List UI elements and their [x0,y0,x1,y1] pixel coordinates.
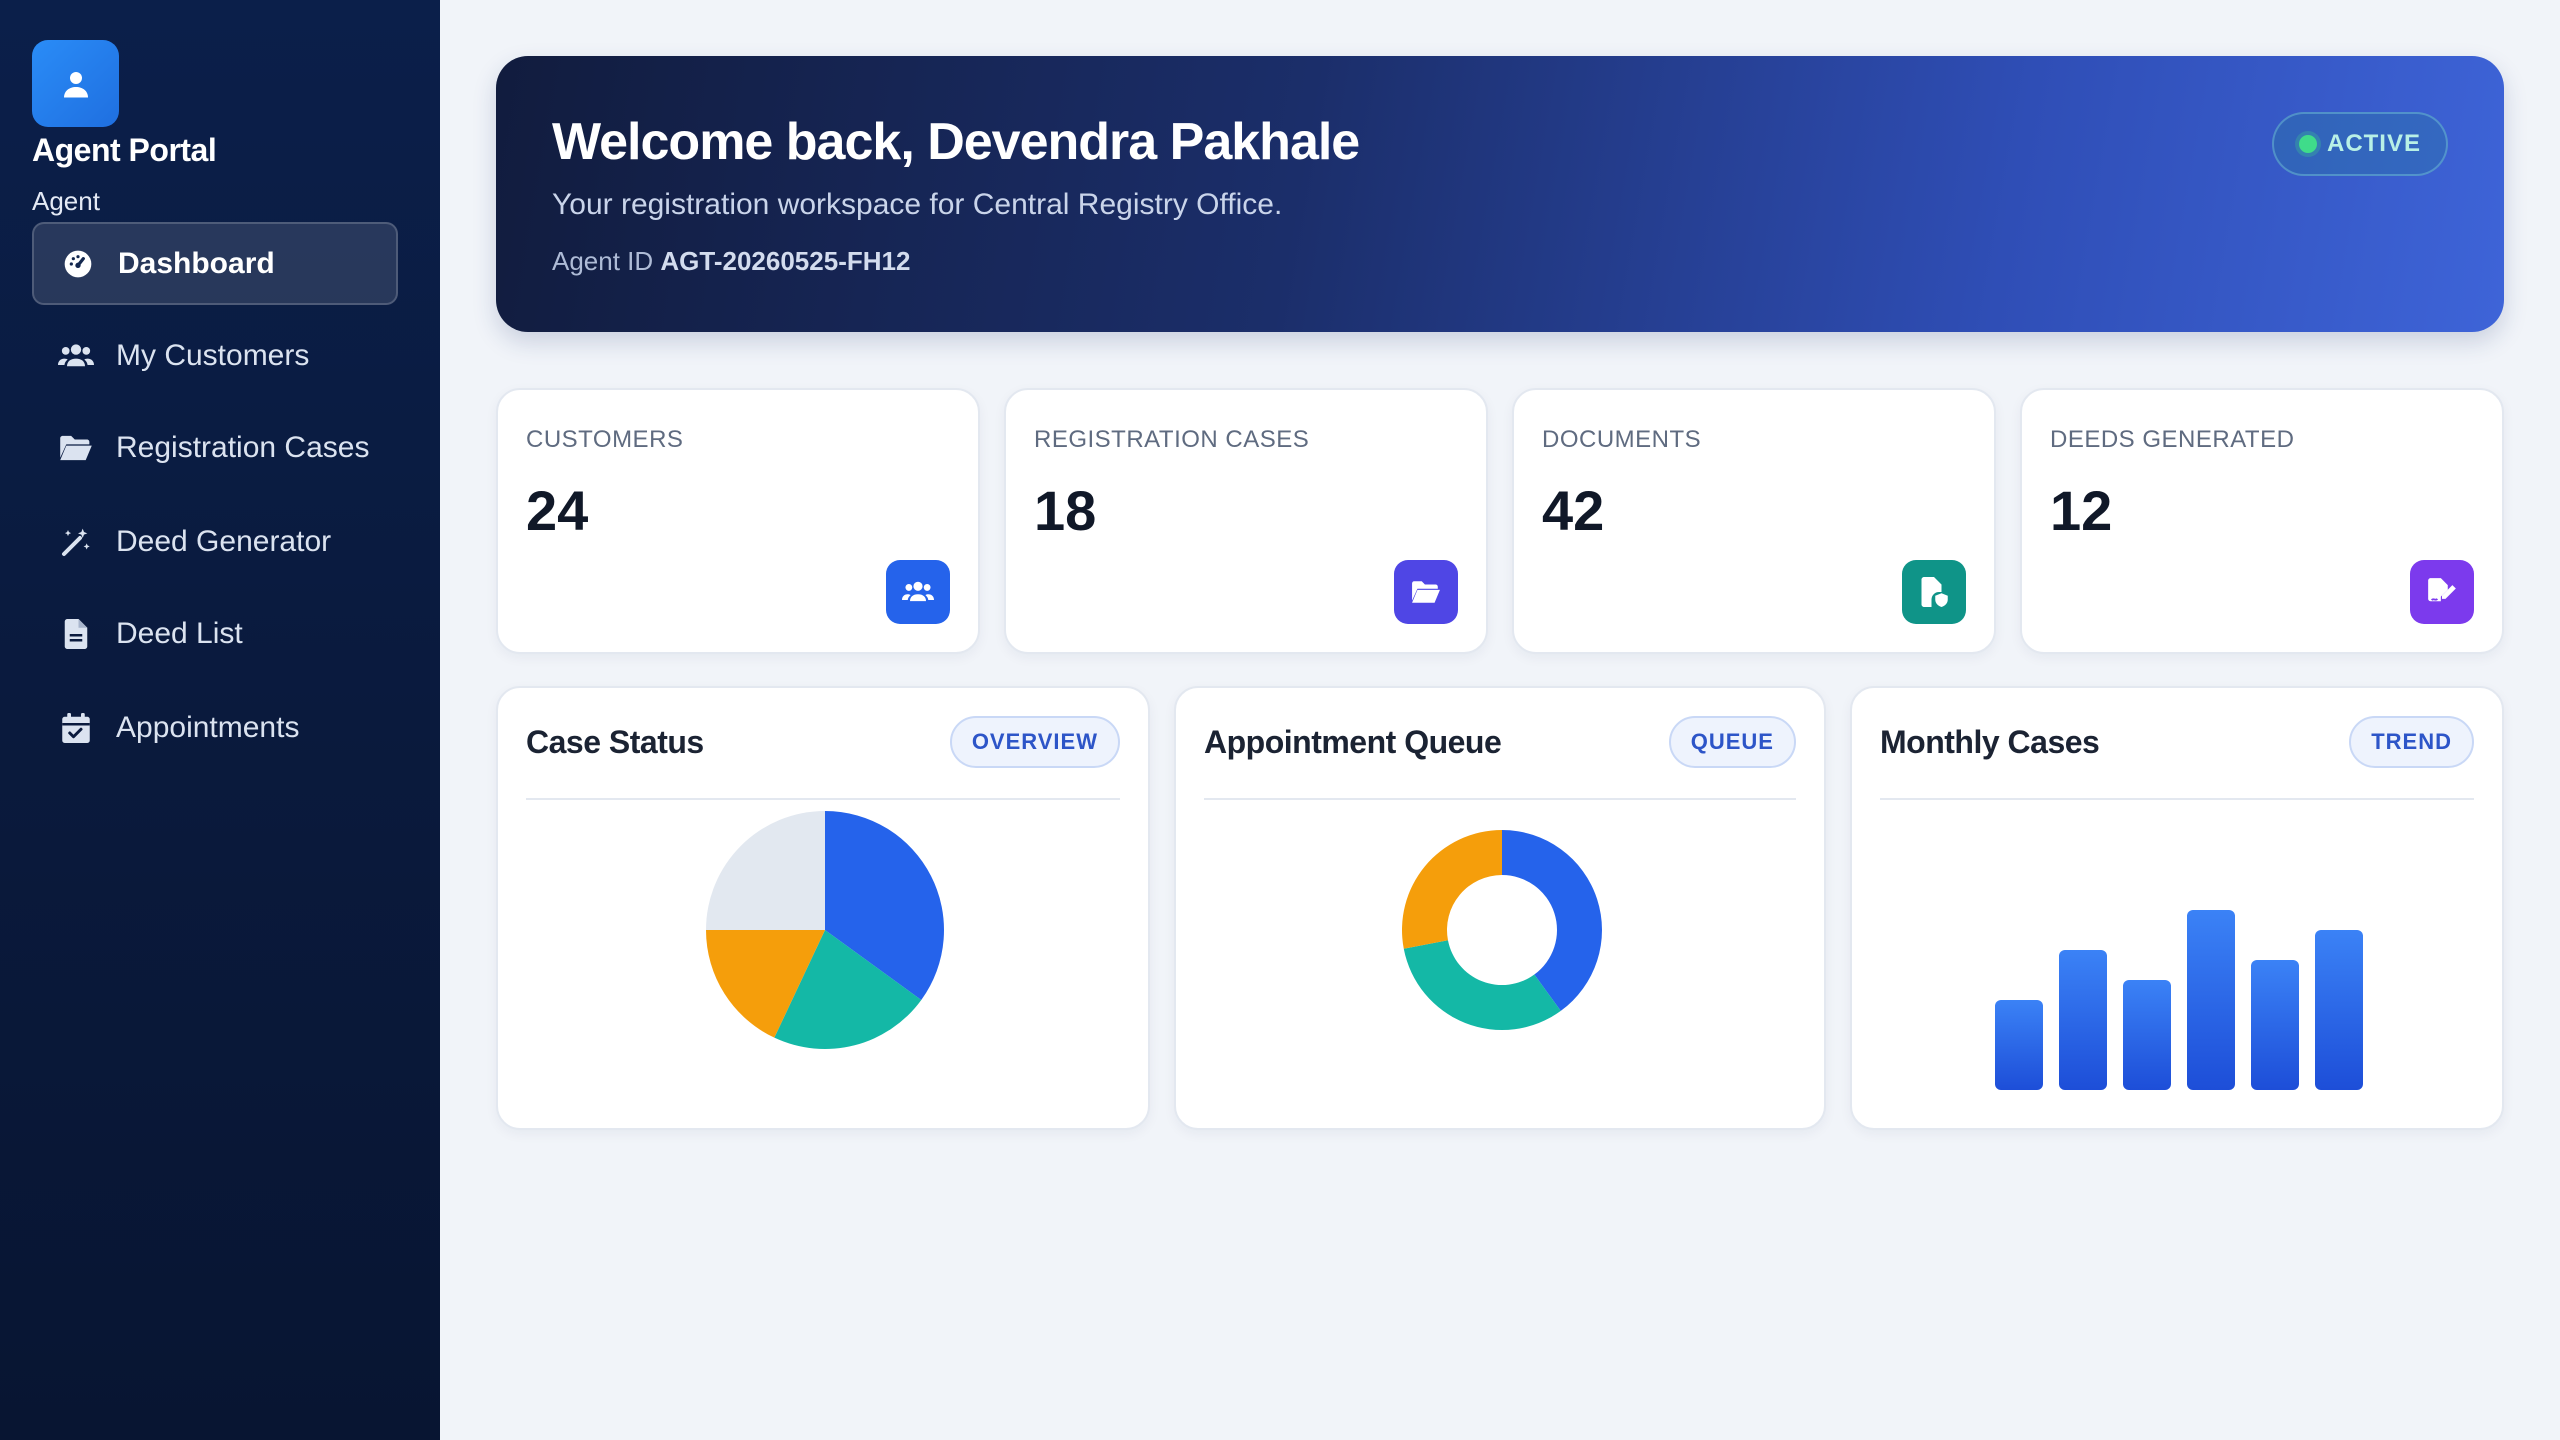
welcome-banner: Welcome back, Devendra Pakhale Your regi… [496,56,2504,332]
file-shield-icon [1902,560,1966,624]
appointment-queue-donut-chart [1402,830,1602,1030]
agent-id: Agent ID AGT-20260525-FH12 [552,246,910,277]
stat-label: DEEDS GENERATED [2050,426,2295,453]
card-badge: OVERVIEW [949,716,1120,768]
user-badge-icon [63,71,88,97]
monthly-cases-bar-4 [2251,960,2299,1090]
monthly-cases-card: Monthly Cases TREND [1850,686,2504,1130]
status-badge: ACTIVE [2272,112,2448,176]
nav-item-my-customers[interactable]: My Customers [32,314,398,397]
nav-item-deed-generator[interactable]: Deed Generator [32,500,398,583]
appointment-queue-slice-2 [1402,830,1502,949]
card-title: Appointment Queue [1204,724,1502,760]
agent-id-label: Agent ID [552,246,654,276]
monthly-cases-bar-3 [2187,910,2235,1090]
card-title: Case Status [526,724,704,760]
monthly-cases-bar-0 [1995,1000,2043,1090]
nav-item-registration-cases[interactable]: Registration Cases [32,406,398,489]
calendar-check-icon [58,710,94,746]
monthly-cases-bar-2 [2123,980,2171,1090]
magic-wand-icon [58,524,94,560]
card-badge: QUEUE [1668,716,1796,768]
monthly-cases-bar-1 [2059,950,2107,1090]
case-status-pie-chart [706,811,944,1049]
appointment-queue-card: Appointment Queue QUEUE [1174,686,1826,1130]
user-role: Agent [32,186,100,216]
nav-label-appointments: Appointments [116,710,300,744]
monthly-cases-bar-chart [1995,910,2363,1090]
welcome-title: Welcome back, Devendra Pakhale [552,113,1360,171]
users-icon [886,560,950,624]
stat-label: REGISTRATION CASES [1034,426,1310,453]
app-logo [32,40,119,127]
file-icon [58,616,94,652]
stat-value: 18 [1034,479,1097,542]
monthly-cases-bar-5 [2315,930,2363,1090]
sidebar: Agent Portal Agent Dashboard My Customer… [0,0,440,1440]
stat-label: DOCUMENTS [1542,426,1702,453]
card-badge: TREND [2349,716,2474,768]
nav-label-dashboard: Dashboard [118,246,275,280]
card-title: Monthly Cases [1880,724,2100,760]
nav-item-appointments[interactable]: Appointments [32,686,398,769]
stat-value: 42 [1542,479,1605,542]
nav-label-deed-generator: Deed Generator [116,524,332,558]
stat-card-customers[interactable]: CUSTOMERS 24 [496,388,980,654]
nav-label-deed-list: Deed List [116,616,243,650]
stat-card-deeds-generated[interactable]: DEEDS GENERATED 12 [2020,388,2504,654]
nav-label-registration-cases: Registration Cases [116,430,370,464]
nav-item-deed-list[interactable]: Deed List [32,592,398,675]
welcome-subtitle: Your registration workspace for Central … [552,188,1283,221]
dashboard-gauge-icon [60,246,96,282]
stat-value: 24 [526,479,589,542]
stat-label: CUSTOMERS [526,426,684,453]
nav-item-dashboard[interactable]: Dashboard [32,222,398,305]
case-status-slice-3 [706,811,825,930]
file-signature-icon [2410,560,2474,624]
nav-label-my-customers: My Customers [116,338,310,372]
brand-name: Agent Portal [32,132,217,168]
status-label: ACTIVE [2326,130,2421,157]
case-status-card: Case Status OVERVIEW [496,686,1150,1130]
folder-open-icon [58,430,94,466]
folder-open-icon [1394,560,1458,624]
appointment-queue-slice-1 [1403,940,1561,1030]
stat-value: 12 [2050,479,2113,542]
agent-id-value: AGT-20260525-FH12 [660,246,911,276]
stat-card-documents[interactable]: DOCUMENTS 42 [1512,388,1996,654]
users-icon [58,338,94,374]
status-dot-icon [2298,135,2317,153]
stat-card-registration-cases[interactable]: REGISTRATION CASES 18 [1004,388,1488,654]
